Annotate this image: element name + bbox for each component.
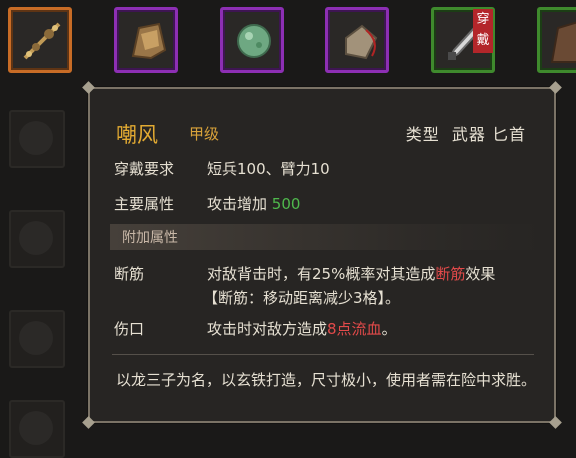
type-label: 类型 xyxy=(405,125,440,144)
divider xyxy=(112,354,534,355)
debuff-keyword: 8点流血 xyxy=(327,320,382,338)
staff-icon xyxy=(23,22,61,60)
item-tooltip: 嘲风 甲级 类型 武器 匕首 穿戴要求 短兵100、臂力10 主要属性 攻击增加… xyxy=(82,81,562,429)
extra-attr-title: 附加属性 xyxy=(122,230,178,246)
equip-slot-staff[interactable] xyxy=(8,7,72,73)
item-type: 类型 武器 匕首 xyxy=(406,121,526,145)
robe-icon xyxy=(550,21,576,63)
effect-text-part: 。 xyxy=(381,320,397,338)
empty-slot-icon xyxy=(19,221,53,255)
equip-slot-pouch[interactable] xyxy=(325,7,389,73)
tooltip-corner-ornament xyxy=(549,81,562,94)
main-attr-text: 攻击增加 xyxy=(207,195,268,213)
tooltip-corner-ornament xyxy=(549,416,562,429)
requirement-label: 穿戴要求 xyxy=(114,160,175,178)
effect-name: 伤口 xyxy=(114,320,145,338)
main-attr-number: 500 xyxy=(271,195,301,213)
item-name: 嘲风 xyxy=(116,123,158,147)
inventory-slot[interactable] xyxy=(9,310,65,368)
tooltip-corner-ornament xyxy=(82,416,95,429)
empty-slot-icon xyxy=(19,411,53,445)
empty-slot-icon xyxy=(19,321,53,355)
empty-slot-icon xyxy=(19,121,53,155)
equip-slot-robe[interactable] xyxy=(537,7,576,73)
inventory-slot[interactable] xyxy=(9,400,65,458)
inventory-slot[interactable] xyxy=(9,210,65,268)
pouch-icon xyxy=(345,24,378,60)
extra-attr-header: 附加属性 xyxy=(110,224,540,250)
equip-slot-armor[interactable] xyxy=(114,7,178,73)
jade-icon xyxy=(237,24,271,58)
effect-text: 对敌背击时，有25%概率对其造成断筋效果 xyxy=(207,263,495,284)
inventory-slot[interactable] xyxy=(9,110,65,168)
effect-text-part: 攻击时对敌方造成 xyxy=(207,320,328,338)
main-attr-label: 主要属性 xyxy=(114,195,175,213)
main-attr-value: 攻击增加 500 xyxy=(207,193,300,214)
effect-name: 断筋 xyxy=(114,265,145,283)
equip-slot-jade[interactable] xyxy=(220,7,284,73)
tooltip-corner-ornament xyxy=(82,81,95,94)
armor-icon xyxy=(131,22,167,60)
requirement-value: 短兵100、臂力10 xyxy=(207,160,330,178)
debuff-keyword: 断筋 xyxy=(435,265,466,283)
type-value: 武器 匕首 xyxy=(451,125,526,144)
equip-slot-dagger[interactable]: 穿戴 xyxy=(431,7,495,73)
effect-text-part: 效果 xyxy=(465,265,496,283)
effect-text: 攻击时对敌方造成8点流血。 xyxy=(207,318,397,339)
item-description: 以龙三子为名，以玄铁打造，尺寸极小，使用者需在险中求胜。 xyxy=(116,371,537,389)
item-grade: 甲级 xyxy=(189,125,220,143)
effect-text-part: 对敌背击时，有25%概率对其造成 xyxy=(207,265,436,283)
effect-detail: 【断筋：移动距离减少3格】。 xyxy=(203,289,401,307)
wear-tag: 穿戴 xyxy=(473,9,493,53)
